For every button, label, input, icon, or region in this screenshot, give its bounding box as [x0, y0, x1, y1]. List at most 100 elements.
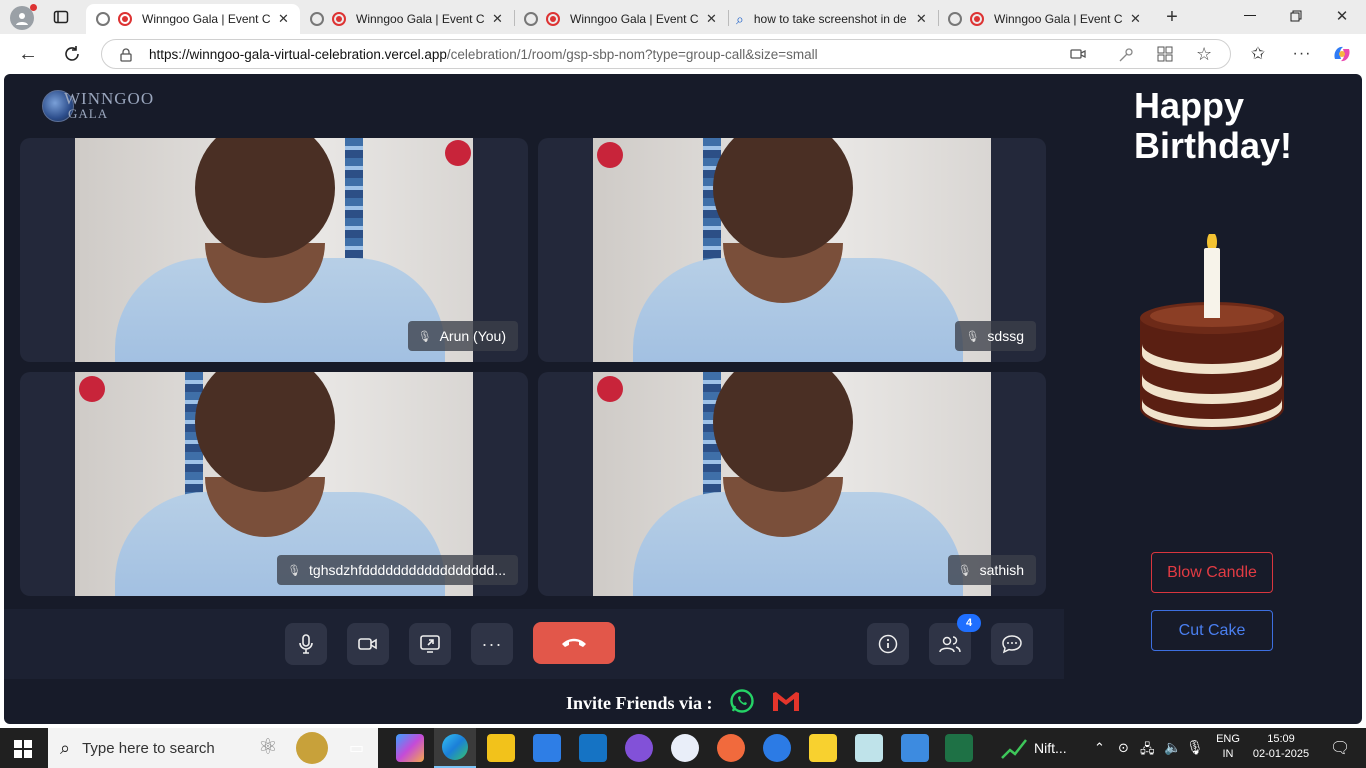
- url-text: https://winngoo-gala-virtual-celebration…: [149, 47, 818, 62]
- language-indicator[interactable]: ENG IN: [1214, 733, 1242, 760]
- greeting-line2: Birthday!: [1134, 125, 1293, 166]
- blow-candle-button[interactable]: Blow Candle: [1151, 552, 1273, 593]
- tab-title: Winngoo Gala | Event C: [142, 12, 271, 26]
- apps-icon[interactable]: [1157, 46, 1173, 67]
- app-icon[interactable]: [855, 734, 883, 762]
- participant-tile[interactable]: 🎙 tghsdzhfddddddddddddddddd...: [20, 372, 528, 596]
- info-button[interactable]: [867, 623, 909, 665]
- more-actions-button[interactable]: ···: [471, 623, 513, 665]
- tab-5[interactable]: Winngoo Gala | Event C ✕: [938, 4, 1150, 34]
- excel-icon[interactable]: [945, 734, 973, 762]
- close-tab-icon[interactable]: ✕: [916, 11, 927, 27]
- show-hidden-icons-icon[interactable]: ⌃: [1094, 740, 1105, 756]
- volume-muted-icon[interactable]: 🔈: [1164, 739, 1181, 756]
- toggle-camera-button[interactable]: [347, 623, 389, 665]
- search-highlight-icon[interactable]: [296, 732, 328, 764]
- notifications-icon[interactable]: 🗨: [1330, 738, 1350, 758]
- stock-widget-label[interactable]: Nift...: [1034, 740, 1067, 756]
- browser-tab-strip: Winngoo Gala | Event C ✕ Winngoo Gala | …: [0, 0, 1366, 34]
- copilot-icon[interactable]: [1330, 42, 1354, 66]
- birthday-greeting: Happy Birthday!: [1134, 86, 1292, 166]
- refresh-icon[interactable]: [60, 42, 84, 66]
- favorite-star-icon[interactable]: ☆: [1196, 44, 1212, 65]
- password-key-icon[interactable]: [1118, 47, 1134, 68]
- windows-taskbar: ⌕ Type here to search ⚛ ▭ Nift... ⌃ ⊙ 🖧 …: [0, 728, 1366, 768]
- celebration-room: WINNGOO GALA 🎙 Arun (You) 🎙 sdssg 🎙 tghs…: [4, 74, 1362, 724]
- back-arrow-icon[interactable]: ←: [16, 43, 40, 65]
- end-call-button[interactable]: [533, 622, 615, 664]
- ornament-decoration: [445, 140, 471, 166]
- clock[interactable]: 15:09 02-01-2025: [1246, 733, 1316, 760]
- url-path: /celebration/1/room/gsp-sbp-nom?type=gro…: [446, 47, 818, 62]
- greeting-line1: Happy: [1134, 85, 1245, 126]
- logo-text-line1: WINNGOO: [64, 89, 155, 108]
- taskbar-search[interactable]: ⌕ Type here to search ⚛: [48, 728, 378, 768]
- outlook-icon[interactable]: [579, 734, 607, 762]
- close-window-icon[interactable]: ✕: [1332, 6, 1352, 26]
- windows-start-icon[interactable]: [14, 740, 32, 763]
- postman-icon[interactable]: [717, 734, 745, 762]
- site-favicon-icon: [96, 12, 110, 26]
- site-info-icon[interactable]: [119, 48, 133, 67]
- recording-icon: [118, 12, 132, 26]
- phone-hangup-icon: [562, 638, 586, 647]
- tab-actions-icon[interactable]: [50, 6, 72, 28]
- new-tab-icon[interactable]: +: [1160, 5, 1184, 29]
- task-view-icon[interactable]: ▭: [349, 738, 364, 758]
- close-tab-icon[interactable]: ✕: [278, 11, 289, 27]
- close-tab-icon[interactable]: ✕: [492, 11, 503, 27]
- mute-microphone-button[interactable]: [285, 623, 327, 665]
- sticky-notes-icon[interactable]: [809, 734, 837, 762]
- close-tab-icon[interactable]: ✕: [706, 11, 717, 27]
- microphone-icon: 🎙: [287, 564, 302, 577]
- participant-name-tag: 🎙 tghsdzhfddddddddddddddddd...: [277, 555, 518, 585]
- tab-2[interactable]: Winngoo Gala | Event C ✕: [300, 4, 514, 34]
- microsoft-store-icon[interactable]: [533, 734, 561, 762]
- restore-icon[interactable]: [1286, 6, 1306, 26]
- app-icon[interactable]: [763, 734, 791, 762]
- tab-1[interactable]: Winngoo Gala | Event C ✕: [86, 4, 300, 34]
- gmail-share-icon[interactable]: [771, 690, 801, 717]
- recording-icon: [546, 12, 560, 26]
- minimize-icon[interactable]: [1240, 6, 1260, 26]
- news-widget-icon[interactable]: ⚛: [258, 734, 278, 760]
- photos-icon[interactable]: [901, 734, 929, 762]
- recording-dot: [30, 4, 37, 11]
- cut-cake-button[interactable]: Cut Cake: [1151, 610, 1273, 651]
- participant-name: Arun (You): [439, 328, 506, 344]
- file-explorer-icon[interactable]: [487, 734, 515, 762]
- favorites-icon[interactable]: ✩: [1246, 43, 1270, 65]
- tab-3[interactable]: Winngoo Gala | Event C ✕: [514, 4, 728, 34]
- participant-tile[interactable]: 🎙 sathish: [538, 372, 1046, 596]
- system-tray: ⌃ ⊙ 🖧 🔈 🎙 ENG IN 15:09 02-01-2025 🗨: [1086, 728, 1366, 768]
- close-tab-icon[interactable]: ✕: [1130, 11, 1141, 27]
- github-desktop-icon[interactable]: [625, 734, 653, 762]
- tab-4[interactable]: ⌕ how to take screenshot in de ✕: [728, 4, 938, 34]
- participant-tile[interactable]: 🎙 sdssg: [538, 138, 1046, 362]
- address-bar[interactable]: https://winngoo-gala-virtual-celebration…: [101, 39, 1231, 69]
- tab-title: Winngoo Gala | Event C: [570, 12, 699, 26]
- edge-taskbar-button[interactable]: [434, 728, 476, 768]
- more-options-icon[interactable]: ···: [1290, 43, 1314, 65]
- search-icon: ⌕: [60, 737, 71, 758]
- video-feed: [593, 138, 991, 362]
- search-placeholder: Type here to search: [82, 739, 215, 757]
- tab-title: Winngoo Gala | Event C: [356, 12, 485, 26]
- copilot-taskbar-icon[interactable]: [396, 734, 424, 762]
- chat-button[interactable]: [991, 623, 1033, 665]
- birthday-cake[interactable]: [1138, 232, 1288, 434]
- search-icon: ⌕: [736, 10, 744, 27]
- recording-icon: [970, 12, 984, 26]
- participant-tile[interactable]: 🎙 Arun (You): [20, 138, 528, 362]
- camera-permission-icon[interactable]: [1070, 47, 1086, 66]
- app-icon[interactable]: [671, 734, 699, 762]
- logo-text-line2: GALA: [68, 106, 109, 121]
- network-icon[interactable]: 🖧: [1140, 740, 1155, 762]
- microphone-tray-icon[interactable]: 🎙: [1186, 739, 1204, 756]
- stock-widget-icon[interactable]: [1000, 736, 1028, 760]
- share-screen-button[interactable]: [409, 623, 451, 665]
- winngoo-gala-logo[interactable]: WINNGOO GALA: [42, 88, 182, 124]
- camera-tray-icon[interactable]: ⊙: [1118, 740, 1129, 756]
- region-code: IN: [1222, 748, 1234, 760]
- whatsapp-share-icon[interactable]: [729, 688, 755, 719]
